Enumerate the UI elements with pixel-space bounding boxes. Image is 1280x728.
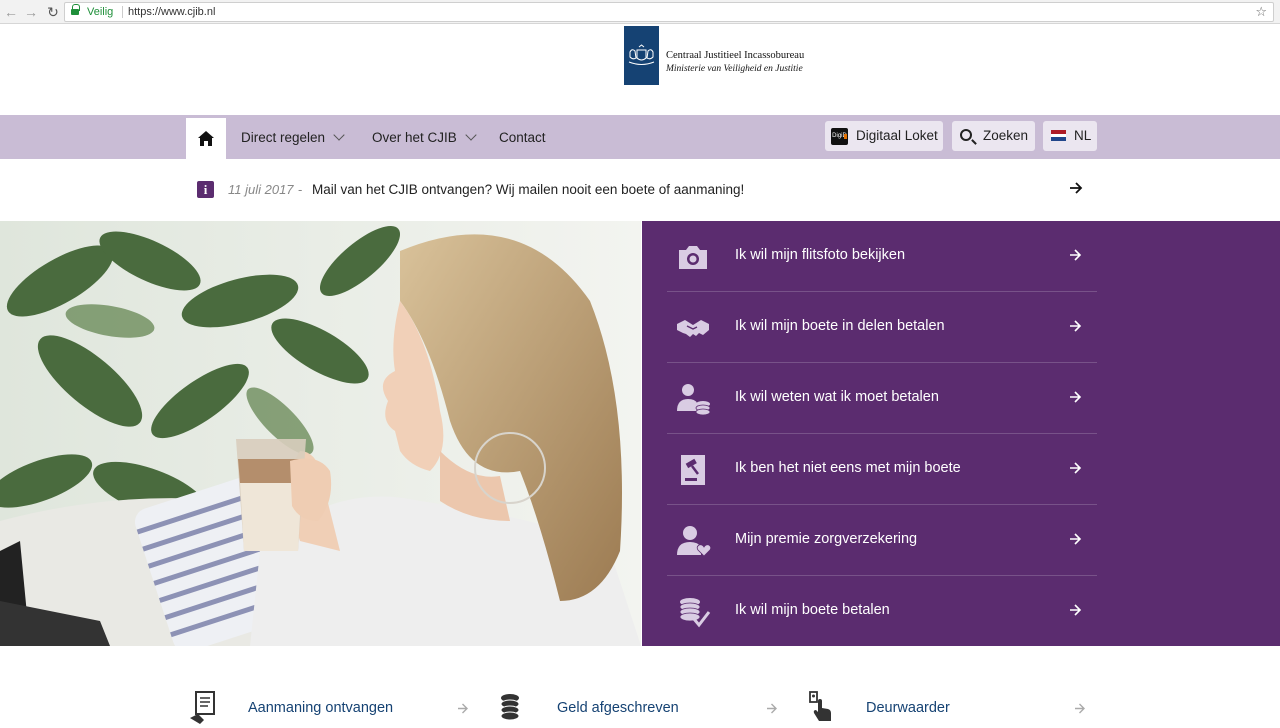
nav-direct-regelen[interactable]: Direct regelen — [241, 129, 345, 145]
hand-doorbell-icon — [809, 691, 831, 721]
arrow-right-icon — [1070, 391, 1082, 403]
nav-over-het-cjib[interactable]: Over het CJIB — [372, 129, 477, 145]
lock-icon — [71, 4, 80, 17]
info-icon: i — [197, 181, 214, 198]
action-niet-eens[interactable]: Ik ben het niet eens met mijn boete — [667, 434, 1097, 505]
link-deurwaarder[interactable]: Deurwaarder — [808, 688, 1090, 728]
action-label: Ik wil mijn flitsfoto bekijken — [735, 247, 906, 263]
person-coins-icon — [677, 384, 711, 416]
nav-contact[interactable]: Contact — [499, 130, 546, 145]
language-button[interactable]: NL — [1043, 121, 1097, 151]
chevron-down-icon — [333, 129, 345, 141]
home-button[interactable] — [186, 118, 226, 159]
reload-icon[interactable]: ↻ — [44, 3, 62, 21]
forward-arrow-icon[interactable]: → — [22, 3, 40, 21]
nav-item-label: Direct regelen — [241, 130, 326, 145]
person-heart-icon — [677, 526, 711, 557]
bottom-link-label: Geld afgeschreven — [557, 700, 679, 716]
camera-icon — [679, 246, 707, 269]
bookmark-star-icon[interactable]: ☆ — [1255, 3, 1267, 21]
action-label: Ik ben het niet eens met mijn boete — [735, 460, 961, 476]
arrow-right-icon — [1075, 703, 1085, 714]
link-geld-afgeschreven[interactable]: Geld afgeschreven — [498, 688, 780, 728]
action-label: Ik wil mijn boete betalen — [735, 602, 890, 618]
bottom-link-label: Aanmaning ontvangen — [248, 700, 394, 716]
address-bar[interactable]: Veilig https://www.cjib.nl ☆ — [64, 2, 1274, 22]
action-label: Ik wil weten wat ik moet betalen — [735, 389, 939, 405]
handshake-icon — [677, 320, 709, 337]
netherlands-flag-icon — [1051, 130, 1066, 141]
action-label: Mijn premie zorgverzekering — [735, 531, 918, 547]
chevron-down-icon — [465, 129, 477, 141]
woman-drinking-coffee-image — [0, 221, 641, 646]
logo-title: Centraal Justitieel Incassobureau — [666, 50, 805, 61]
hero-photo — [0, 221, 641, 646]
secure-label: Veilig — [87, 6, 114, 18]
action-premie-zorgverzekering[interactable]: Mijn premie zorgverzekering — [667, 505, 1097, 576]
arrow-right-icon — [1070, 533, 1082, 545]
action-boete-betalen[interactable]: Ik wil mijn boete betalen — [667, 576, 1097, 647]
search-icon — [960, 129, 972, 141]
arrow-right-icon — [767, 703, 777, 714]
nav-item-label: Over het CJIB — [372, 130, 457, 145]
arrow-right-icon — [1070, 604, 1082, 616]
language-label: NL — [1074, 128, 1092, 143]
notice-text[interactable]: Mail van het CJIB ontvangen? Wij mailen … — [312, 182, 744, 197]
coins-check-icon — [679, 598, 711, 628]
quick-actions-panel: Ik wil mijn flitsfoto bekijken Ik wil mi… — [642, 221, 1280, 646]
arrow-right-icon — [1070, 249, 1082, 261]
bottom-link-label: Deurwaarder — [866, 700, 950, 716]
action-boete-in-delen[interactable]: Ik wil mijn boete in delen betalen — [667, 292, 1097, 363]
main-navigation: Direct regelen Over het CJIB Contact Dig… — [0, 115, 1280, 159]
arrow-right-icon — [1070, 320, 1082, 332]
document-euro-icon — [190, 691, 215, 724]
search-label: Zoeken — [983, 128, 1029, 143]
back-arrow-icon[interactable]: ← — [2, 3, 20, 21]
notice-separator: - — [298, 182, 303, 197]
logo-subtitle: Ministerie van Veiligheid en Justitie — [666, 64, 803, 74]
address-separator — [122, 6, 123, 18]
gavel-document-icon — [681, 455, 705, 485]
nav-item-label: Contact — [499, 130, 546, 145]
search-button[interactable]: Zoeken — [952, 121, 1035, 151]
news-notice[interactable]: i 11 juli 2017 - Mail van het CJIB ontva… — [0, 159, 1280, 221]
url-text[interactable]: https://www.cjib.nl — [128, 3, 215, 21]
arrow-right-icon — [1070, 462, 1082, 474]
arrow-right-icon — [458, 703, 468, 714]
home-icon — [198, 131, 214, 146]
digitaal-loket-button[interactable]: DigiD Digitaal Loket — [825, 121, 943, 151]
digid-icon: DigiD — [831, 128, 848, 145]
action-wat-moet-ik-betalen[interactable]: Ik wil weten wat ik moet betalen — [667, 363, 1097, 434]
browser-toolbar: ← → ↻ Veilig https://www.cjib.nl ☆ — [0, 0, 1280, 24]
digitaal-loket-label: Digitaal Loket — [856, 128, 938, 143]
link-aanmaning-ontvangen[interactable]: Aanmaning ontvangen — [188, 688, 470, 728]
coat-of-arms-icon — [628, 44, 655, 65]
rijksoverheid-emblem — [624, 26, 659, 85]
arrow-right-icon[interactable] — [1069, 181, 1083, 195]
notice-date: 11 juli 2017 — [228, 182, 294, 197]
action-flitsfoto[interactable]: Ik wil mijn flitsfoto bekijken — [667, 221, 1097, 292]
coin-stack-icon — [500, 694, 520, 721]
action-label: Ik wil mijn boete in delen betalen — [735, 318, 945, 334]
